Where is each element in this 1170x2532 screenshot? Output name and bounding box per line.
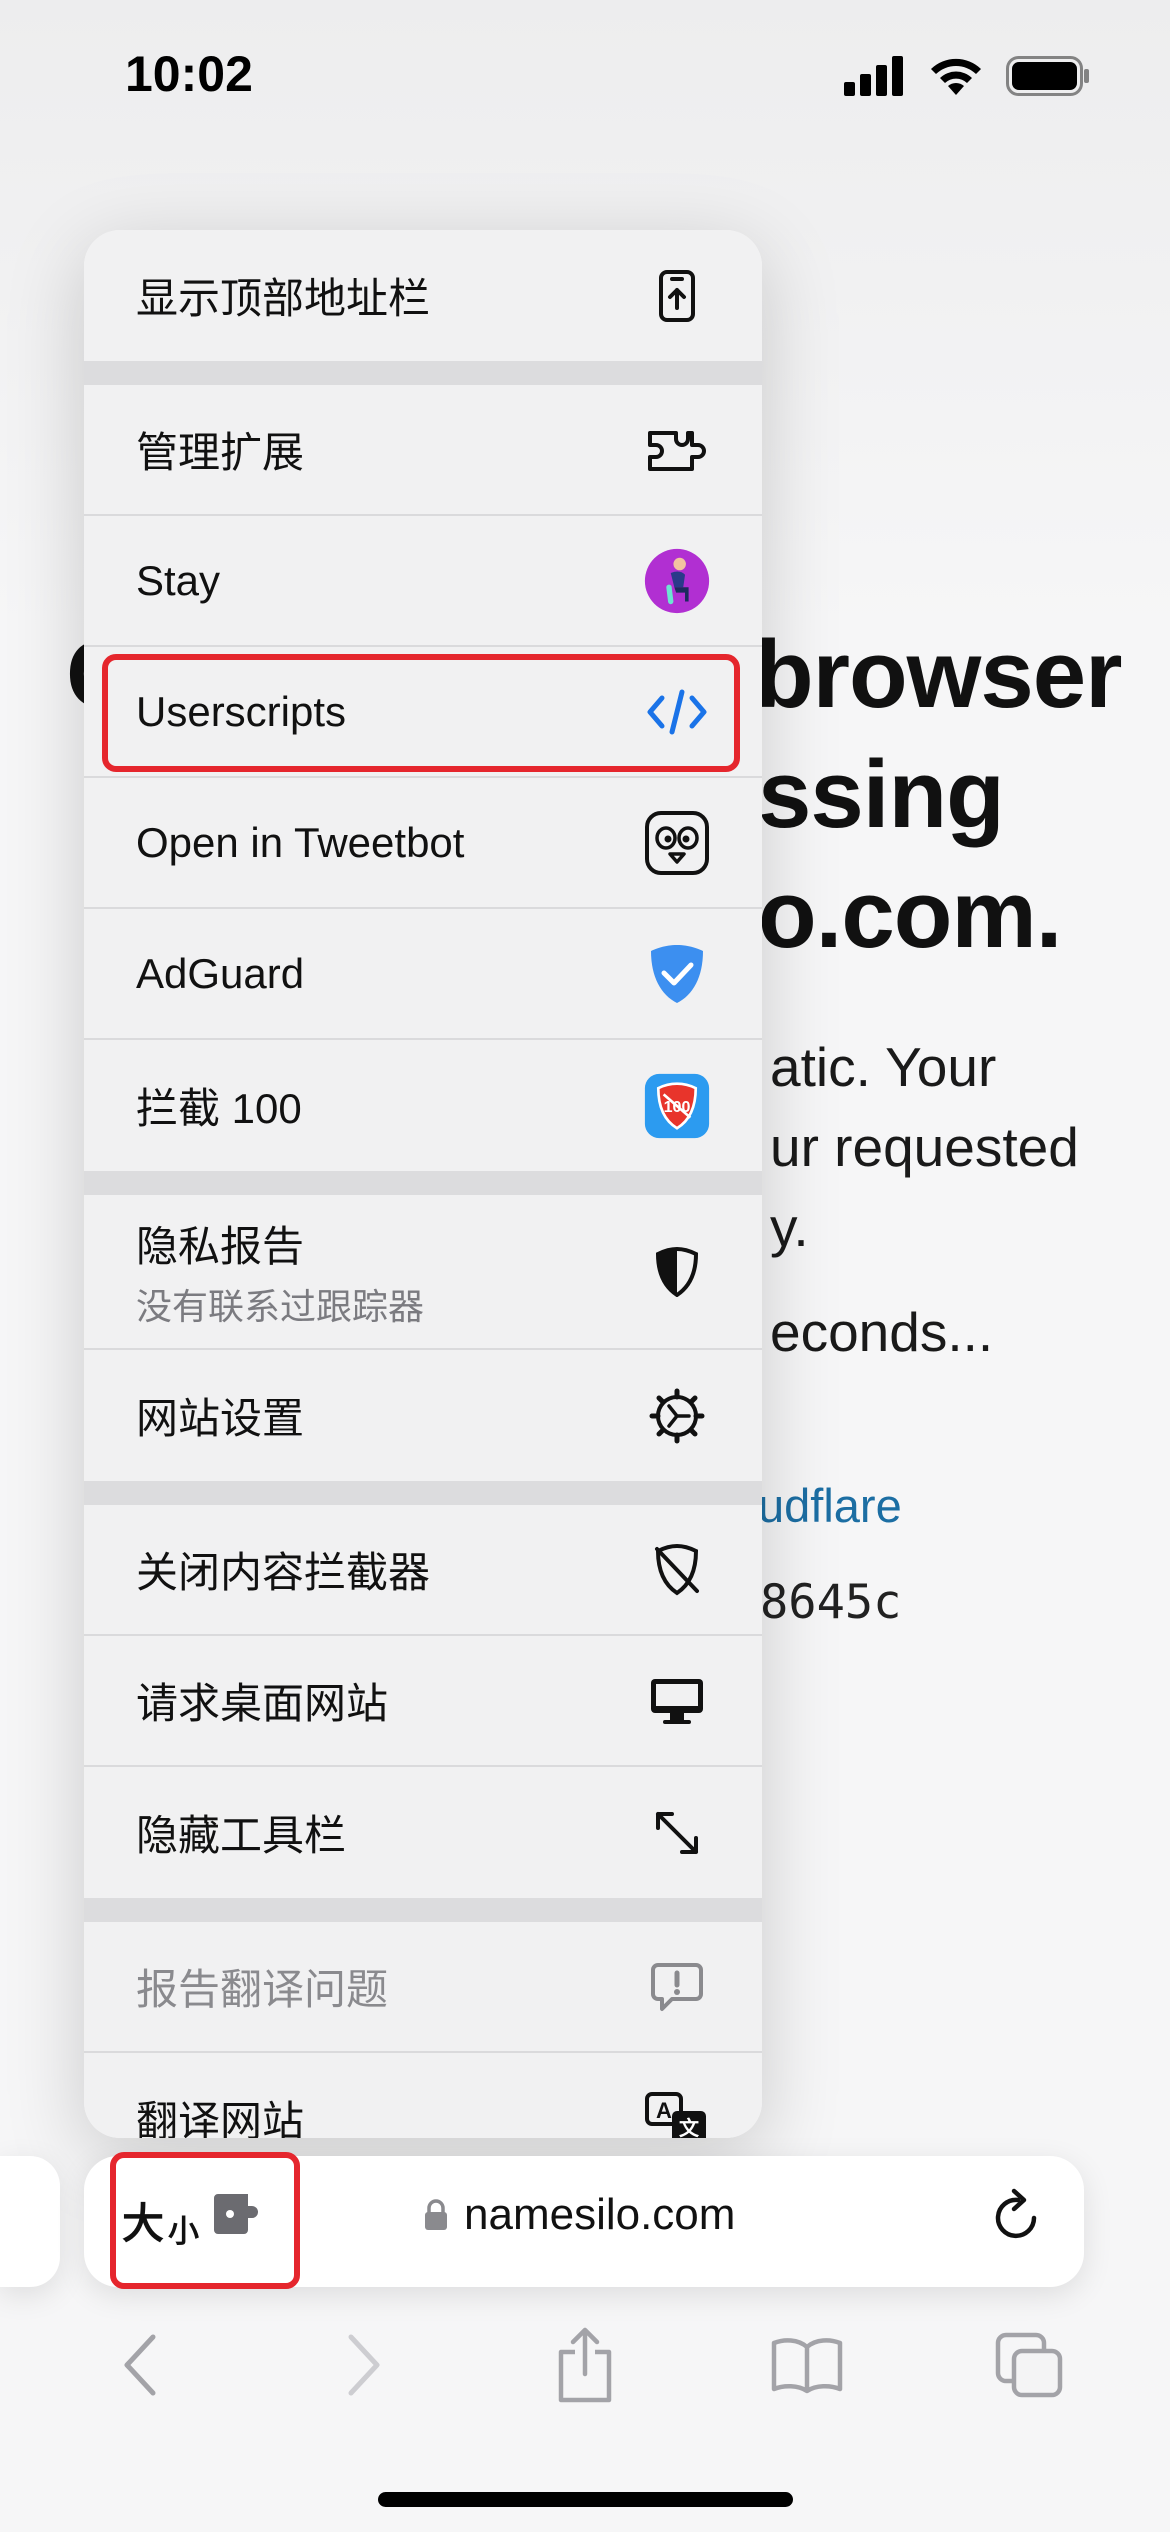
menu-item-manage-extensions[interactable]: 管理扩展 [84,385,762,516]
menu-item-turn-off-content-blockers[interactable]: 关闭内容拦截器 [84,1505,762,1636]
menu-item-userscripts[interactable]: Userscripts [84,647,762,778]
menu-item-label: 关闭内容拦截器 [136,1549,431,1596]
expand-arrows-icon [644,1800,710,1866]
menu-item-label: 报告翻译问题 [136,1966,389,2013]
menu-item-label: 翻译网站 [136,2098,305,2138]
reload-icon[interactable] [990,2186,1046,2251]
menu-separator [84,361,762,385]
menu-item-request-desktop-website[interactable]: 请求桌面网站 [84,1636,762,1767]
svg-text:A: A [656,2098,672,2123]
menu-item-label: Stay [136,556,221,604]
svg-text:文: 文 [679,2116,700,2139]
half-shield-icon [644,1239,710,1305]
translate-icon: A文 [644,2086,710,2139]
menu-item-block-100[interactable]: 拦截 100 100 [84,1040,762,1171]
bg-paragraph-line4: econds... [770,1301,994,1363]
back-icon[interactable] [86,2310,196,2420]
menu-item-sublabel: 没有联系过跟踪器 [136,1286,425,1327]
phone-arrow-up-icon [644,263,710,329]
extension-puzzle-icon[interactable] [212,2192,262,2241]
bg-paragraph-line3: y. [770,1196,809,1258]
url-display[interactable]: namesilo.com [424,2190,735,2240]
bg-heading-line3: o.com. [758,861,1062,968]
menu-section-4: 报告翻译问题 翻译网站 A文 [84,1922,762,2138]
menu-item-label: Userscripts [136,687,347,735]
menu-item-label: 网站设置 [136,1395,305,1442]
menu-section-3: 关闭内容拦截器 请求桌面网站 隐藏工具栏 [84,1505,762,1898]
menu-item-report-translation-issue[interactable]: 报告翻译问题 [84,1922,762,2053]
bottom-toolbar [0,2300,1170,2430]
page-menu-button[interactable]: 大 小 [122,2190,199,2251]
wifi-icon [931,58,981,95]
bg-heading-line2: ssing [758,741,1005,848]
stay-app-icon [644,548,710,614]
menu-section-1: 管理扩展 Stay Userscripts Open in Tweetbot A… [84,385,762,1171]
code-brackets-icon [644,679,710,745]
menu-item-label: 管理扩展 [136,429,305,476]
block100-app-icon: 100 [644,1073,710,1139]
menu-item-label: Open in Tweetbot [136,818,465,866]
forward-icon[interactable] [308,2310,418,2420]
cellular-signal-icon [844,56,903,96]
gear-icon [644,1383,710,1449]
shield-slash-icon [644,1537,710,1603]
menu-item-stay[interactable]: Stay [84,516,762,647]
menu-separator [84,1898,762,1922]
puzzle-icon [644,417,710,483]
menu-item-show-top-address-bar[interactable]: 显示顶部地址栏 [84,230,762,361]
previous-tab-address-bar[interactable] [0,2156,60,2287]
home-indicator[interactable] [378,2492,793,2507]
exclamation-bubble-icon [644,1954,710,2020]
page-menu-popover: 显示顶部地址栏 管理扩展 Stay Userscripts Open in Tw… [84,230,762,2138]
aa-small-label: 小 [168,2214,200,2249]
status-icons [844,55,1090,97]
lock-icon [425,2199,447,2230]
tweetbot-icon [644,810,710,876]
status-time: 10:02 [125,46,253,102]
url-text: namesilo.com [464,2190,736,2239]
menu-item-website-settings[interactable]: 网站设置 [84,1350,762,1481]
bg-paragraph-line1: atic. Your [770,1036,997,1098]
menu-item-adguard[interactable]: AdGuard [84,909,762,1040]
menu-item-label: 隐藏工具栏 [136,1812,347,1859]
adguard-shield-icon [644,941,710,1007]
bg-ray-id: 8645c [760,1575,902,1630]
menu-item-label: 请求桌面网站 [136,1680,389,1727]
menu-item-label: 隐私报告 [136,1223,305,1270]
menu-item-labels: 隐私报告 没有联系过跟踪器 [136,1213,644,1330]
tabs-icon[interactable] [974,2310,1084,2420]
aa-big-label: 大 [122,2200,165,2247]
address-bar[interactable]: 大 小 namesilo.com [84,2156,1084,2287]
battery-icon [1006,56,1089,96]
menu-item-label: 显示顶部地址栏 [136,275,431,322]
bg-heading-line1: browser [755,621,1122,728]
menu-item-label: 拦截 100 [136,1085,302,1132]
menu-item-open-in-tweetbot[interactable]: Open in Tweetbot [84,778,762,909]
menu-section-2: 隐私报告 没有联系过跟踪器 网站设置 [84,1195,762,1481]
menu-item-translate-website[interactable]: 翻译网站 A文 [84,2053,762,2138]
share-icon[interactable] [530,2310,640,2420]
desktop-icon [644,1668,710,1734]
bg-paragraph-line2: ur requested [770,1116,1079,1178]
bg-cloudflare-link[interactable]: udflare [758,1478,902,1533]
menu-separator [84,1481,762,1505]
menu-separator [84,1171,762,1195]
menu-item-label: AdGuard [136,949,305,997]
menu-item-privacy-report[interactable]: 隐私报告 没有联系过跟踪器 [84,1195,762,1350]
bookmarks-icon[interactable] [752,2310,862,2420]
menu-section-0: 显示顶部地址栏 [84,230,762,361]
menu-item-hide-toolbar[interactable]: 隐藏工具栏 [84,1767,762,1898]
